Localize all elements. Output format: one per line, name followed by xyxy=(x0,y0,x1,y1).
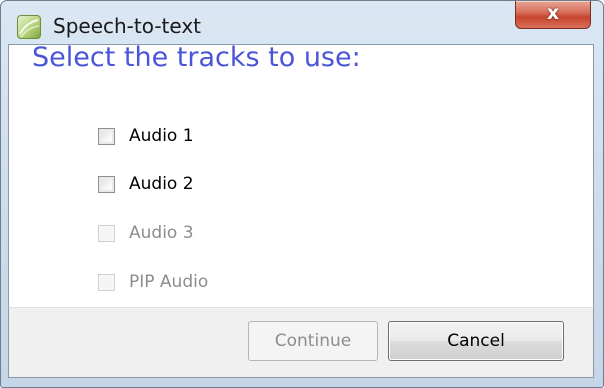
leaf-swirl-icon xyxy=(19,19,40,38)
track-option-audio-1[interactable]: Audio 1 xyxy=(98,124,194,148)
track-checkbox-audio-3 xyxy=(98,224,115,242)
continue-button: Continue xyxy=(248,321,378,361)
track-option-audio-3: Audio 3 xyxy=(98,221,194,245)
track-option-pip-audio: PIP Audio xyxy=(98,270,208,294)
track-checkbox-audio-2[interactable] xyxy=(98,175,115,193)
track-checkbox-pip-audio xyxy=(98,273,115,291)
cancel-button[interactable]: Cancel xyxy=(388,321,564,361)
app-icon xyxy=(17,15,41,39)
window-title: Speech-to-text xyxy=(53,14,202,38)
close-icon: x xyxy=(546,2,560,24)
track-label-audio-2: Audio 2 xyxy=(129,174,194,194)
title-bar[interactable]: Speech-to-text x xyxy=(1,1,603,41)
track-label-audio-3: Audio 3 xyxy=(129,223,194,243)
instruction-heading: Select the tracks to use: xyxy=(32,42,361,73)
track-label-pip-audio: PIP Audio xyxy=(129,272,209,292)
track-option-audio-2[interactable]: Audio 2 xyxy=(98,172,194,196)
track-label-audio-1: Audio 1 xyxy=(129,126,194,146)
close-button[interactable]: x xyxy=(515,1,591,29)
track-checkbox-audio-1[interactable] xyxy=(98,127,115,145)
